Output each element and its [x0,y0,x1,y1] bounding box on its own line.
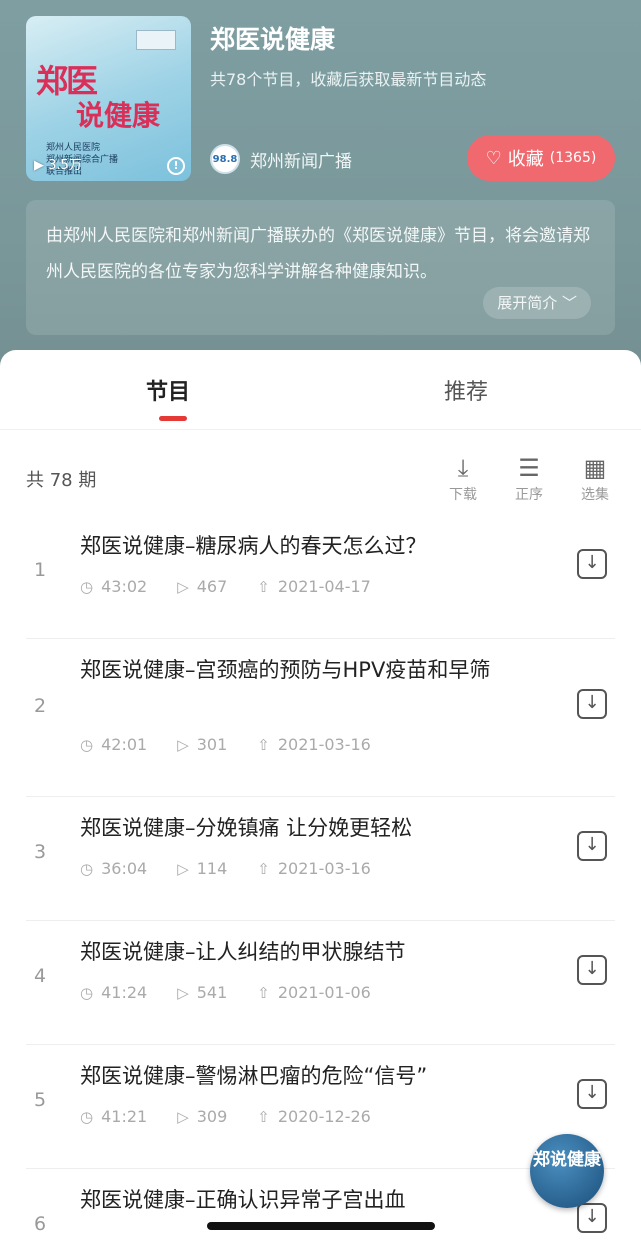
tab-recommend[interactable]: 推荐 [444,374,488,406]
upload-icon: ⇧ [257,859,270,878]
batch-download-button[interactable]: ⤓ 下载 [438,452,488,504]
order-label: 正序 [515,487,543,503]
station-link[interactable]: 98.8 郑州新闻广播 [210,144,352,174]
download-icon[interactable]: ↓ [577,549,607,579]
episode-item[interactable]: 4 郑医说健康–让人纠结的甲状腺结节 ◷ 41:24 ▷ 541 ⇧ 2021-01-… [26,921,615,1045]
episode-index: 3 [34,841,47,863]
episode-meta: ◷ 41:21 ▷ 309 ⇧ 2020-12-26 [80,1107,371,1126]
grid-icon: ▦ [583,454,607,482]
episode-title: 郑医说健康–宫颈癌的预防与HPV疫苗和早筛 [80,658,491,682]
station-logo-icon: 98.8 [210,144,240,174]
download-icon[interactable]: ↓ [577,831,607,861]
cover-title-line2: 说健康 [76,99,161,132]
episode-duration: 36:04 [101,859,148,878]
episode-date: 2021-03-16 [277,859,371,878]
episode-date: 2020-12-26 [277,1107,371,1126]
sort-icon: ☰ [518,454,540,482]
episode-meta: ◷ 41:24 ▷ 541 ⇧ 2021-01-06 [80,983,371,1002]
content-sheet: 节目 推荐 共 78 期 ⤓ 下载 ☰ 正序 ▦ 选集 1 郑医说健康–糖尿病人… [0,350,641,1244]
episode-toolbar: 共 78 期 ⤓ 下载 ☰ 正序 ▦ 选集 [0,450,641,510]
clock-icon: ◷ [80,859,94,878]
episode-plays: 301 [196,735,228,754]
description-text: 由郑州人民医院和郑州新闻广播联办的《郑医说健康》节目，将会邀请郑州人民医院的各位… [46,226,590,282]
tab-bar: 节目 推荐 [0,350,641,430]
episode-date: 2021-01-06 [277,983,371,1002]
episode-meta: ◷ 42:01 ▷ 301 ⇧ 2021-03-16 [80,735,371,754]
episode-list: 1 郑医说健康–糖尿病人的春天怎么过？ ◷ 43:02 ▷ 467 ⇧ 2021-04… [0,515,641,1244]
episode-plays: 114 [196,859,228,878]
favorite-count: (1365) [549,150,597,166]
episode-index: 6 [34,1213,47,1235]
episode-index: 2 [34,695,47,717]
info-icon[interactable]: ! [167,157,185,175]
select-episode-button[interactable]: ▦ 选集 [570,452,620,504]
episode-meta: ◷ 43:02 ▷ 467 ⇧ 2021-04-17 [80,577,371,596]
program-subtitle: 共78个节目，收藏后获取最新节目动态 [210,70,487,89]
episode-title: 郑医说健康–让人纠结的甲状腺结节 [80,940,406,964]
select-label: 选集 [581,487,609,503]
episode-duration: 41:21 [101,1107,148,1126]
episode-item[interactable]: 1 郑医说健康–糖尿病人的春天怎么过？ ◷ 43:02 ▷ 467 ⇧ 2021-04… [26,515,615,639]
clock-icon: ◷ [80,983,94,1002]
download-icon[interactable]: ↓ [577,1203,607,1233]
upload-icon: ⇧ [257,983,270,1002]
episode-plays: 541 [196,983,228,1002]
play-icon: ▷ [177,1107,189,1126]
program-cover[interactable]: 郑医 说健康 郑州人民医院 郑州新闻综合广播 联合推出 ▶ 3.5万 ! [26,16,191,181]
play-icon: ▷ [177,577,189,596]
episode-index: 1 [34,559,47,581]
floating-player-badge[interactable]: 郑说健康 [530,1134,604,1208]
episode-duration: 41:24 [101,983,148,1002]
episode-duration: 43:02 [101,577,148,596]
episode-plays: 467 [196,577,228,596]
station-name: 郑州新闻广播 [250,151,352,172]
download-label: 下载 [449,487,477,503]
episode-index: 5 [34,1089,47,1111]
cover-play-count: ▶ 3.5万 [34,158,82,173]
download-icon[interactable]: ↓ [577,1079,607,1109]
download-icon[interactable]: ↓ [577,689,607,719]
play-icon: ▷ [177,859,189,878]
download-icon[interactable]: ↓ [577,955,607,985]
download-icon: ⤓ [457,454,469,482]
episode-title: 郑医说健康–分娩镇痛 让分娩更轻松 [80,816,413,840]
expand-description-button[interactable]: 展开简介 ﹀ [483,287,591,319]
episode-item[interactable]: 3 郑医说健康–分娩镇痛 让分娩更轻松 ◷ 36:04 ▷ 114 ⇧ 2021-03… [26,797,615,921]
episode-count: 共 78 期 [26,470,97,491]
tab-episodes[interactable]: 节目 [146,374,190,406]
ecg-graphic [136,30,176,50]
play-icon: ▷ [177,983,189,1002]
play-icon: ▷ [177,735,189,754]
clock-icon: ◷ [80,577,94,596]
description-box: 由郑州人民医院和郑州新闻广播联办的《郑医说健康》节目，将会邀请郑州人民医院的各位… [26,200,615,335]
episode-item[interactable]: 5 郑医说健康–警惕淋巴瘤的危险“信号” ◷ 41:21 ▷ 309 ⇧ 2020-1… [26,1045,615,1169]
episode-meta: ◷ 36:04 ▷ 114 ⇧ 2021-03-16 [80,859,371,878]
favorite-label: 收藏 [507,149,544,170]
active-tab-indicator [159,416,187,421]
favorite-button[interactable]: ♡ 收藏 (1365) [467,135,615,181]
episode-item[interactable]: 2 郑医说健康–宫颈癌的预防与HPV疫苗和早筛 ◷ 42:01 ▷ 301 ⇧ 202… [26,639,615,797]
episode-plays: 309 [196,1107,228,1126]
episode-date: 2021-03-16 [277,735,371,754]
heart-plus-icon: ♡ [485,147,502,169]
home-indicator [207,1222,435,1230]
clock-icon: ◷ [80,1107,94,1126]
upload-icon: ⇧ [257,735,270,754]
upload-icon: ⇧ [257,1107,270,1126]
program-title: 郑医说健康 [210,25,336,54]
episode-date: 2021-04-17 [277,577,371,596]
episode-title: 郑医说健康–警惕淋巴瘤的危险“信号” [80,1064,428,1088]
episode-index: 4 [34,965,47,987]
episode-title: 郑医说健康–正确认识异常子宫出血 [80,1188,406,1212]
upload-icon: ⇧ [257,577,270,596]
sort-order-button[interactable]: ☰ 正序 [504,452,554,504]
episode-title: 郑医说健康–糖尿病人的春天怎么过？ [80,534,427,558]
clock-icon: ◷ [80,735,94,754]
episode-duration: 42:01 [101,735,148,754]
episode-item[interactable]: 6 郑医说健康–正确认识异常子宫出血 ↓ [26,1169,615,1244]
